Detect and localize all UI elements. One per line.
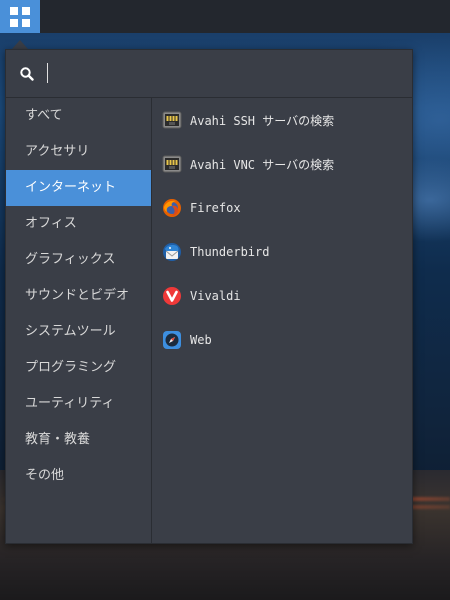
application-menu-popover: すべて アクセサリ インターネット オフィス グラフィックス サウンドとビデオ … [5,49,413,544]
app-thunderbird[interactable]: Thunderbird [152,230,412,274]
search-input[interactable] [42,61,406,89]
app-label: Web [190,333,212,347]
app-avahi-ssh[interactable]: Avahi SSH サーバの検索 [152,98,412,142]
vivaldi-icon [162,286,182,306]
search-bar [6,50,412,98]
application-menu-button[interactable] [0,0,40,33]
app-firefox[interactable]: Firefox [152,186,412,230]
category-office[interactable]: オフィス [6,206,151,242]
category-other[interactable]: その他 [6,458,151,494]
firefox-icon [162,198,182,218]
category-graphics[interactable]: グラフィックス [6,242,151,278]
category-education[interactable]: 教育・教養 [6,422,151,458]
category-list: すべて アクセサリ インターネット オフィス グラフィックス サウンドとビデオ … [6,98,152,543]
text-cursor [47,63,48,83]
application-list: Avahi SSH サーバの検索 Avahi VNC サーバの検索 Firefo… [152,98,412,543]
category-internet[interactable]: インターネット [6,170,151,206]
app-label: Vivaldi [190,289,241,303]
search-icon [20,66,34,85]
web-browser-icon [162,330,182,350]
thunderbird-icon [162,242,182,262]
app-web[interactable]: Web [152,318,412,362]
app-grid-icon [10,6,30,27]
network-server-icon [162,154,182,174]
category-utilities[interactable]: ユーティリティ [6,386,151,422]
app-label: Avahi VNC サーバの検索 [190,157,335,172]
top-panel [0,0,450,33]
app-avahi-vnc[interactable]: Avahi VNC サーバの検索 [152,142,412,186]
app-label: Thunderbird [190,245,270,259]
app-vivaldi[interactable]: Vivaldi [152,274,412,318]
app-label: Avahi SSH サーバの検索 [190,113,335,128]
category-accessories[interactable]: アクセサリ [6,134,151,170]
app-label: Firefox [190,201,241,215]
category-all[interactable]: すべて [6,98,151,134]
popover-arrow [12,40,28,49]
category-sound-video[interactable]: サウンドとビデオ [6,278,151,314]
category-system-tools[interactable]: システムツール [6,314,151,350]
network-server-icon [162,110,182,130]
category-programming[interactable]: プログラミング [6,350,151,386]
